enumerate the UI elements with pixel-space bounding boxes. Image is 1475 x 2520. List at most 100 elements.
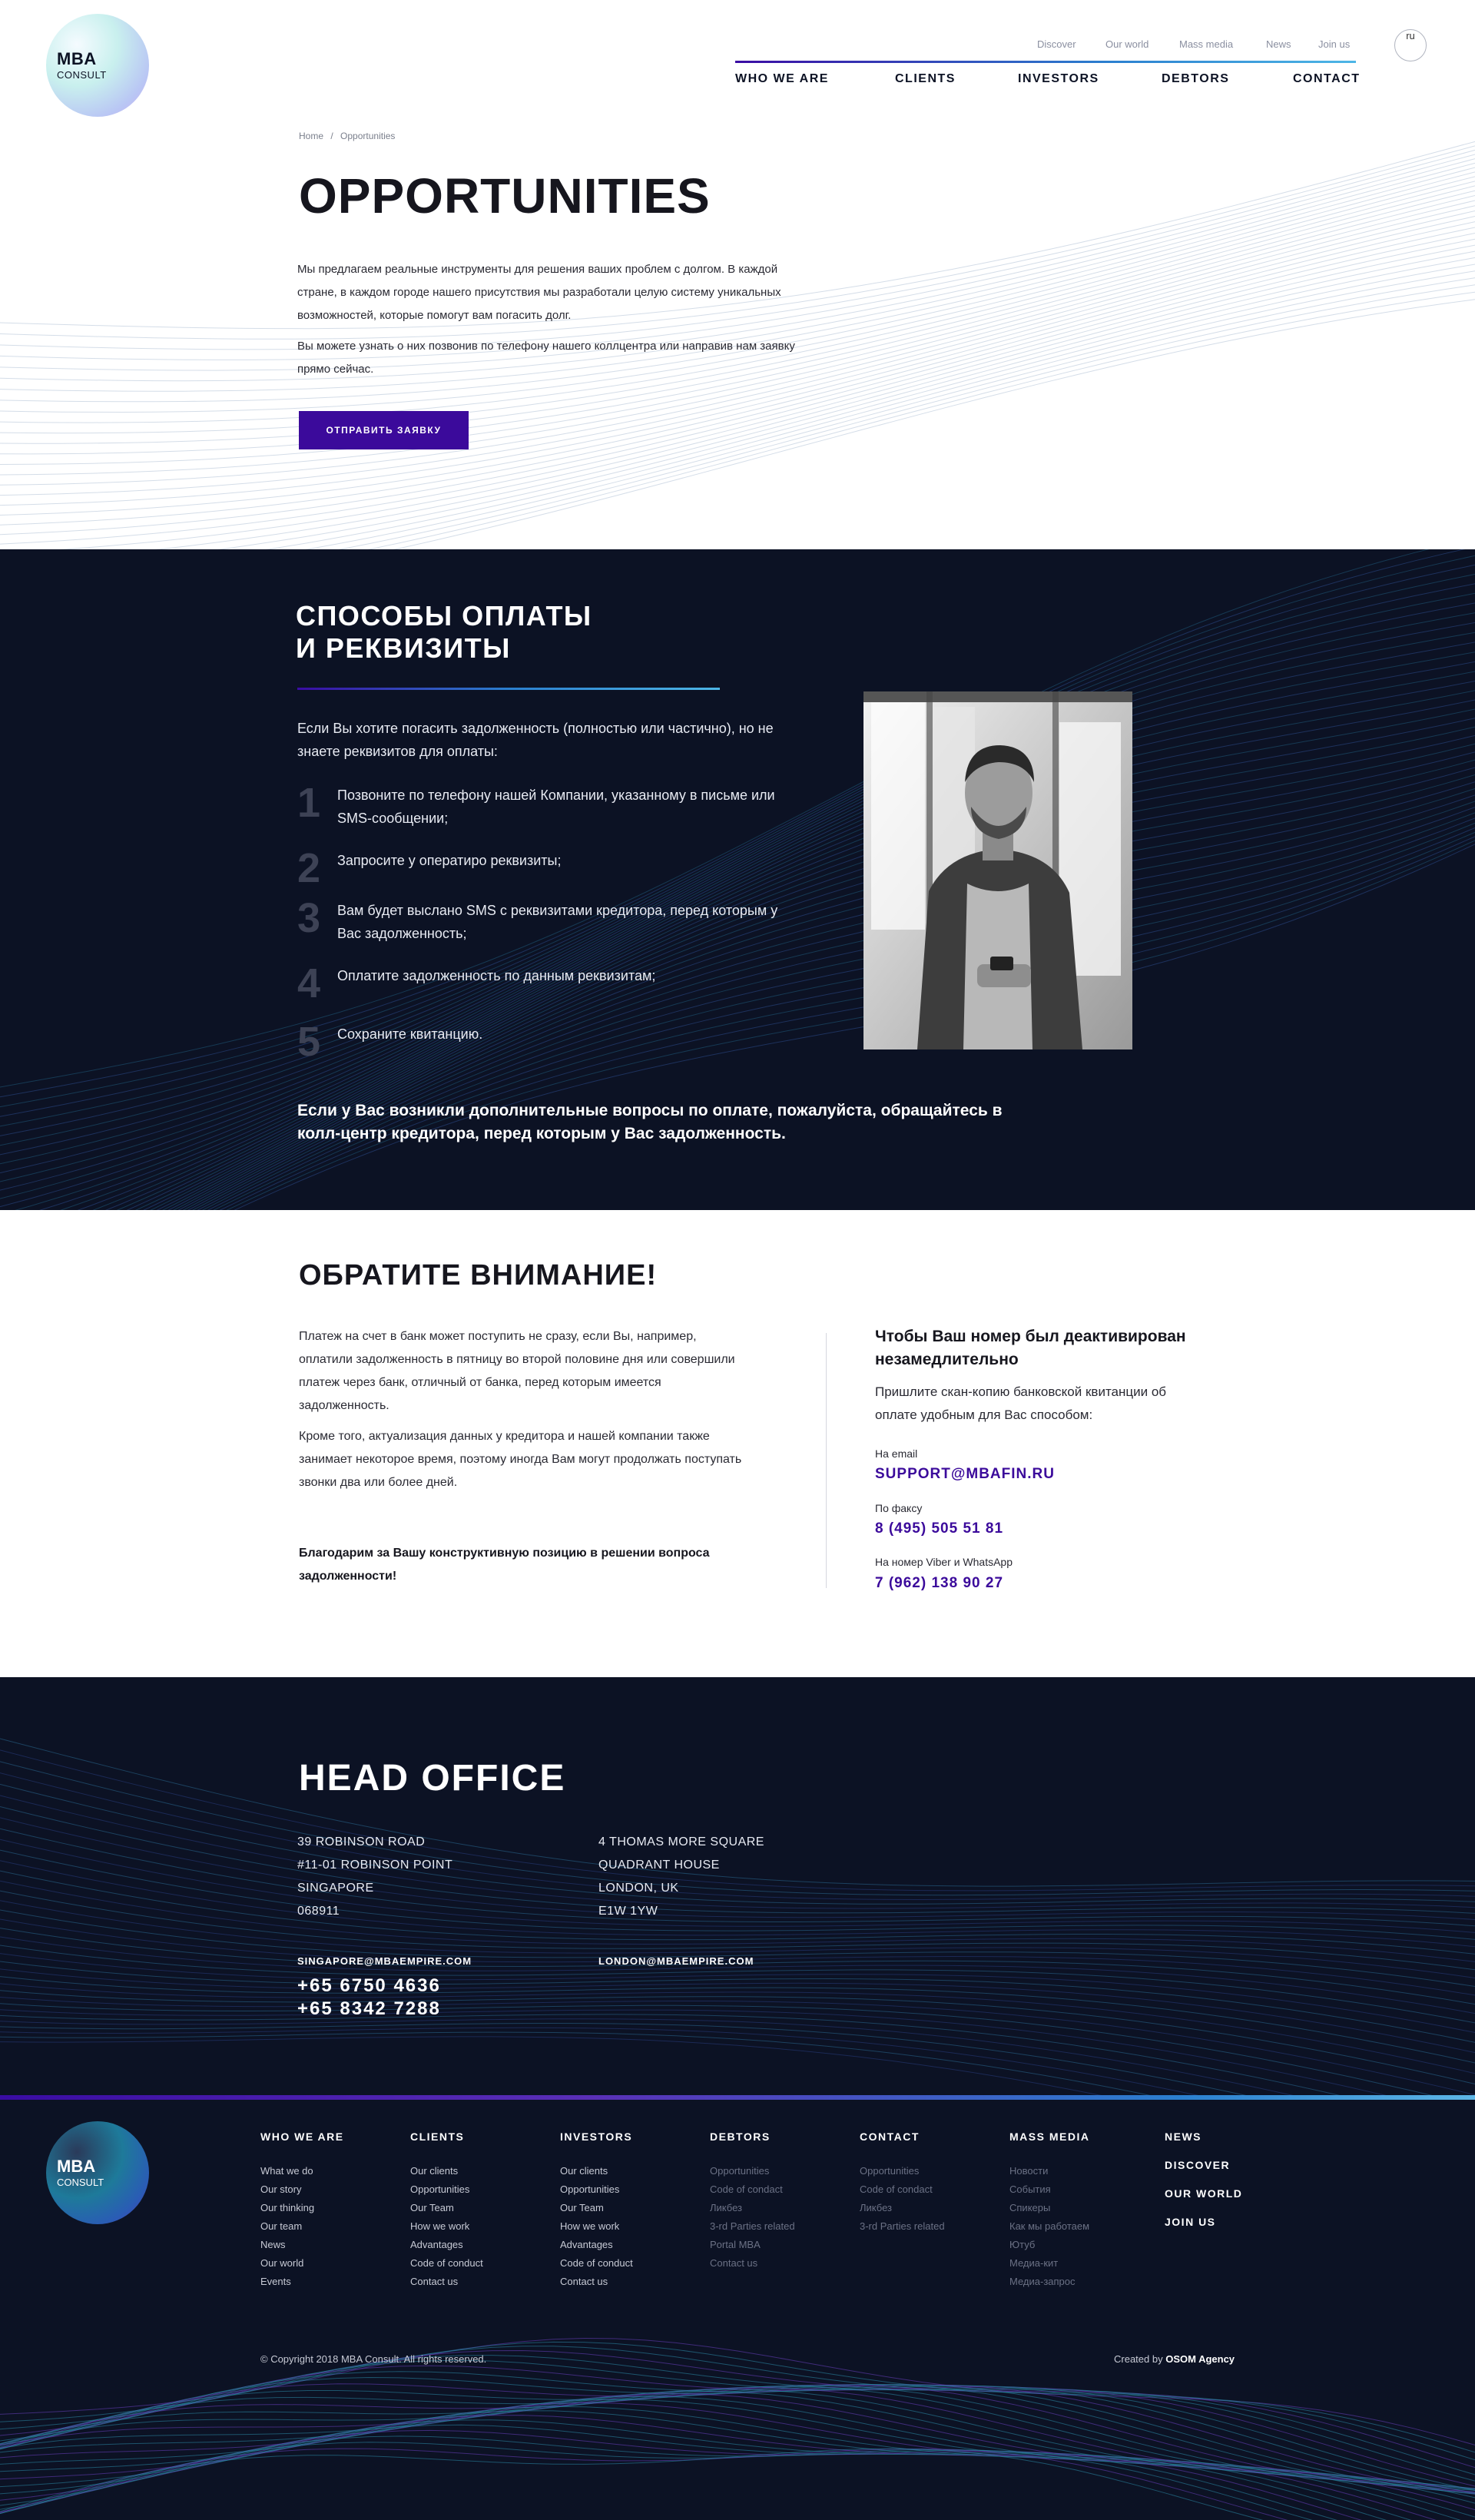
footer-column-title[interactable]: INVESTORS [560,2130,633,2143]
man-with-phone-photo [863,691,1132,1049]
address-line: 068911 [297,1905,340,1918]
top-link-discover[interactable]: Discover [1037,38,1076,50]
payment-title-line1: СПОСОБЫ ОПЛАТЫ [296,600,592,632]
footer-link[interactable]: Ютуб [1009,2236,1089,2254]
footer-link[interactable]: Opportunities [860,2162,945,2180]
footer-link[interactable]: Our Team [560,2199,633,2217]
footer: MBA CONSULT WHO WE ARE What we do Our st… [0,2100,1475,2520]
hero-paragraph-2: Вы можете узнать о них позвонив по телеф… [297,340,795,376]
footer-link[interactable]: Ликбез [860,2199,945,2217]
deactivate-subtitle: Пришлите скан-копию банковской квитанции… [875,1384,1167,1422]
footer-link[interactable]: Portal MBA [710,2236,795,2254]
footer-link[interactable]: Our clients [560,2162,633,2180]
footer-link[interactable]: Contact us [710,2254,795,2273]
language-switch-button[interactable]: ru [1394,29,1427,61]
step-number: 2 [297,845,321,891]
attention-section: ОБРАТИТЕ ВНИМАНИЕ! Платеж на счет в банк… [0,1210,1475,1677]
footer-link[interactable]: Our thinking [260,2199,344,2217]
step-number: 3 [297,895,321,941]
footer-link-join-us[interactable]: JOIN US [1165,2216,1242,2228]
singapore-phone-1[interactable]: +65 6750 4636 [297,1975,441,1998]
footer-link[interactable]: Code of condact [860,2180,945,2199]
footer-link-discover[interactable]: DISCOVER [1165,2159,1242,2171]
footer-column-title[interactable]: DEBTORS [710,2130,795,2143]
logo-text-mba: MBA [57,49,97,68]
footer-link[interactable]: Our clients [410,2162,483,2180]
top-link-our-world[interactable]: Our world [1105,38,1149,50]
footer-link[interactable]: How we work [560,2217,633,2236]
footer-link[interactable]: Contact us [560,2273,633,2291]
address-line: #11-01 ROBINSON POINT [297,1858,453,1872]
footer-column-title[interactable]: CLIENTS [410,2130,483,2143]
footer-link[interactable]: Code of conduct [410,2254,483,2273]
address-line: SINGAPORE [297,1882,374,1895]
footer-link[interactable]: Advantages [410,2236,483,2254]
footer-column-title[interactable]: CONTACT [860,2130,945,2143]
attention-thanks: Благодарим за Вашу конструктивную позици… [299,1547,710,1583]
footer-link[interactable]: Our Team [410,2199,483,2217]
nav-who-we-are[interactable]: WHO WE ARE [735,72,829,86]
footer-link[interactable]: Events [260,2273,344,2291]
london-email-link[interactable]: LONDON@MBAEMPIRE.COM [598,1955,754,1967]
singapore-email-link[interactable]: SINGAPORE@MBAEMPIRE.COM [297,1955,472,1967]
footer-link[interactable]: Advantages [560,2236,633,2254]
footer-link[interactable]: What we do [260,2162,344,2180]
footer-link[interactable]: Code of condact [710,2180,795,2199]
footer-link[interactable]: Спикеры [1009,2199,1089,2217]
step-number: 4 [297,960,321,1006]
top-link-news[interactable]: News [1266,38,1291,50]
singapore-phone-2[interactable]: +65 8342 7288 [297,1998,441,2021]
logo-text-consult: CONSULT [57,69,107,81]
address-line: LONDON, UK [598,1882,679,1895]
footer-link[interactable]: Our world [260,2254,344,2273]
step-text: Сохраните квитанцию. [337,1026,483,1042]
head-office-section: HEAD OFFICE 39 ROBINSON ROAD #11-01 ROBI… [0,1677,1475,2098]
email-label: На email [875,1447,918,1460]
nav-clients[interactable]: CLIENTS [895,72,956,86]
footer-link[interactable]: Ликбез [710,2199,795,2217]
footer-link-our-world[interactable]: OUR WORLD [1165,2187,1242,2200]
footer-link[interactable]: Opportunities [710,2162,795,2180]
footer-link[interactable]: Как мы работаем [1009,2217,1089,2236]
footer-link[interactable]: Opportunities [560,2180,633,2199]
footer-link[interactable]: 3-rd Parties related [860,2217,945,2236]
viber-number[interactable]: 7 (962) 138 90 27 [875,1575,1003,1592]
footer-link[interactable]: Our story [260,2180,344,2199]
agency-link[interactable]: OSOM Agency [1165,2353,1235,2365]
footer-link[interactable]: Медиа-кит [1009,2254,1089,2273]
nav-investors[interactable]: INVESTORS [1018,72,1099,86]
send-request-button[interactable]: ОТПРАВИТЬ ЗАЯВКУ [299,411,469,449]
created-by-prefix: Created by [1114,2353,1163,2365]
payment-intro: Если Вы хотите погасить задолженность (п… [297,721,774,759]
support-email-link[interactable]: SUPPORT@MBAFIN.RU [875,1466,1055,1483]
head-office-title: HEAD OFFICE [299,1758,566,1799]
step-text: Позвоните по телефону нашей Компании, ук… [337,788,775,826]
footer-link[interactable]: Our team [260,2217,344,2236]
footer-side-links: NEWS DISCOVER OUR WORLD JOIN US [1165,2130,1242,2244]
footer-logo[interactable]: MBA CONSULT [46,2121,149,2224]
footer-link[interactable]: Code of conduct [560,2254,633,2273]
footer-link-news[interactable]: NEWS [1165,2130,1242,2143]
footer-link[interactable]: Медиа-запрос [1009,2273,1089,2291]
footer-link[interactable]: News [260,2236,344,2254]
footer-link[interactable]: 3-rd Parties related [710,2217,795,2236]
payment-title: СПОСОБЫ ОПЛАТЫ И РЕКВИЗИТЫ [296,600,757,665]
breadcrumb-separator: / [330,131,333,141]
fax-number[interactable]: 8 (495) 505 51 81 [875,1520,1003,1537]
nav-contact[interactable]: CONTACT [1293,72,1361,86]
breadcrumb-home[interactable]: Home [299,131,323,141]
footer-column-title[interactable]: WHO WE ARE [260,2130,344,2143]
footer-link[interactable]: How we work [410,2217,483,2236]
nav-debtors[interactable]: DEBTORS [1162,72,1229,86]
top-link-join-us[interactable]: Join us [1318,38,1350,50]
top-link-mass-media[interactable]: Mass media [1179,38,1233,50]
footer-link[interactable]: Новости [1009,2162,1089,2180]
copyright: © Copyright 2018 MBA Consult. All rights… [260,2353,487,2365]
footer-column-title[interactable]: MASS MEDIA [1009,2130,1089,2143]
deactivate-title: Чтобы Ваш номер был деактивирован незаме… [875,1328,1186,1368]
logo[interactable]: MBA CONSULT [46,14,149,117]
footer-link[interactable]: Contact us [410,2273,483,2291]
footer-link[interactable]: События [1009,2180,1089,2199]
footer-link[interactable]: Opportunities [410,2180,483,2199]
address-line: E1W 1YW [598,1905,658,1918]
